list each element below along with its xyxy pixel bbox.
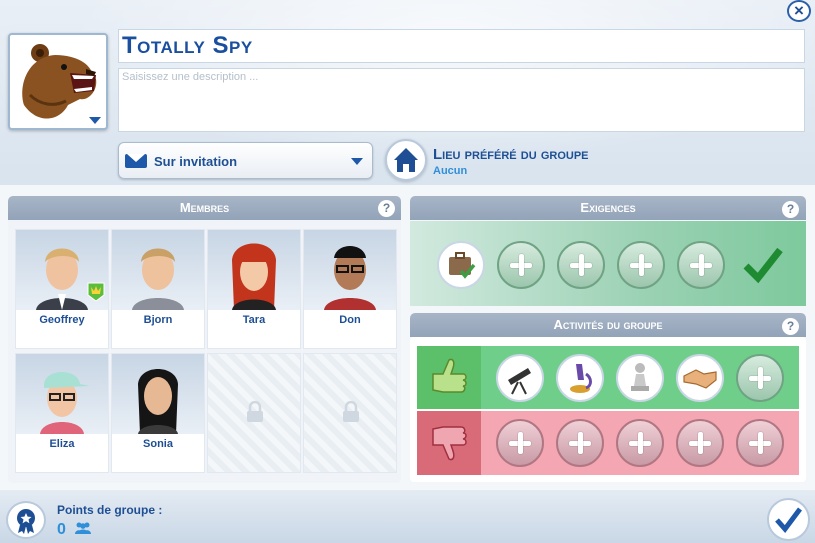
members-header: Membres xyxy=(8,196,401,220)
add-liked-activity-button[interactable] xyxy=(736,354,784,402)
thumbs-down-icon xyxy=(417,411,481,475)
member-card[interactable]: Sonia xyxy=(111,353,205,473)
lock-icon xyxy=(247,401,263,422)
group-points-value: 0 xyxy=(57,521,92,539)
checkmark-icon xyxy=(743,247,783,284)
membership-value: Sur invitation xyxy=(154,154,238,169)
member-card[interactable]: Bjorn xyxy=(111,229,205,349)
thumbs-up-icon xyxy=(417,346,481,409)
group-name-input[interactable]: Totally Spy xyxy=(118,29,805,63)
liked-activities-row xyxy=(417,346,799,409)
favorite-place-value: Aucun xyxy=(433,165,468,177)
locked-slot xyxy=(207,353,301,473)
activity-slot[interactable] xyxy=(496,354,544,402)
member-name: Tara xyxy=(242,314,266,326)
lock-icon xyxy=(343,401,359,422)
checkmark-icon xyxy=(775,507,802,533)
chevron-down-icon xyxy=(89,117,101,124)
add-requirement-button[interactable] xyxy=(677,241,725,289)
members-help-button[interactable]: ? xyxy=(378,200,395,217)
member-portrait xyxy=(112,354,204,434)
add-disliked-activity-button[interactable] xyxy=(676,419,724,467)
home-icon xyxy=(394,148,418,172)
add-requirement-button[interactable] xyxy=(617,241,665,289)
leader-crown-icon xyxy=(87,282,105,302)
group-points-label: Points de groupe : xyxy=(57,503,163,517)
member-name: Sonia xyxy=(143,438,173,450)
requirement-slot[interactable] xyxy=(437,241,485,289)
membership-dropdown[interactable]: Sur invitation xyxy=(118,142,373,179)
confirm-button[interactable] xyxy=(767,498,810,541)
member-portrait xyxy=(208,230,300,310)
add-requirement-button[interactable] xyxy=(557,241,605,289)
add-disliked-activity-button[interactable] xyxy=(616,419,664,467)
chess-pawn-icon xyxy=(631,363,649,391)
envelope-icon xyxy=(125,154,147,168)
disliked-activities-row xyxy=(417,411,799,475)
member-portrait xyxy=(112,230,204,310)
activity-slot[interactable] xyxy=(676,354,724,402)
activity-slot[interactable] xyxy=(556,354,604,402)
group-people-icon xyxy=(75,522,92,534)
close-button[interactable]: × xyxy=(787,0,811,22)
member-name: Eliza xyxy=(49,438,75,450)
add-requirement-button[interactable] xyxy=(497,241,545,289)
member-card[interactable]: Tara xyxy=(207,229,301,349)
group-points-button[interactable] xyxy=(6,501,46,539)
bear-icon xyxy=(22,44,97,119)
activity-slot[interactable] xyxy=(616,354,664,402)
favorite-place-title: Lieu préféré du groupe xyxy=(433,146,589,163)
member-name: Bjorn xyxy=(143,314,173,326)
description-input[interactable]: Saisissez une description ... xyxy=(118,68,805,132)
microscope-icon xyxy=(570,364,592,393)
requirements-title: Exigences xyxy=(580,200,636,215)
member-card[interactable]: Eliza xyxy=(15,353,109,473)
group-avatar-picker[interactable] xyxy=(8,33,108,130)
member-card[interactable]: Geoffrey xyxy=(15,229,109,349)
telescope-icon xyxy=(508,368,531,395)
add-disliked-activity-button[interactable] xyxy=(556,419,604,467)
handshake-icon xyxy=(683,369,717,389)
members-title: Membres xyxy=(179,200,230,215)
activities-title: Activités du groupe xyxy=(553,317,663,332)
add-disliked-activity-button[interactable] xyxy=(736,419,784,467)
chevron-down-icon xyxy=(351,158,363,165)
ribbon-star-icon xyxy=(17,509,35,534)
add-disliked-activity-button[interactable] xyxy=(496,419,544,467)
member-card[interactable]: Don xyxy=(303,229,397,349)
favorite-place-button[interactable] xyxy=(385,139,427,181)
member-name: Don xyxy=(339,314,361,326)
close-icon: × xyxy=(794,1,804,20)
member-name: Geoffrey xyxy=(39,314,85,326)
activities-help-button[interactable]: ? xyxy=(782,318,799,335)
requirements-help-button[interactable]: ? xyxy=(782,201,799,218)
member-portrait xyxy=(16,354,108,434)
requirements-header: Exigences xyxy=(410,196,806,220)
requirements-row xyxy=(410,221,806,306)
activities-header: Activités du groupe xyxy=(410,313,806,337)
members-panel: Membres ? Geoffrey Bjorn Tara Don Eliza … xyxy=(8,196,401,483)
member-portrait xyxy=(304,230,396,310)
briefcase-check-icon xyxy=(449,252,476,279)
locked-slot xyxy=(303,353,397,473)
